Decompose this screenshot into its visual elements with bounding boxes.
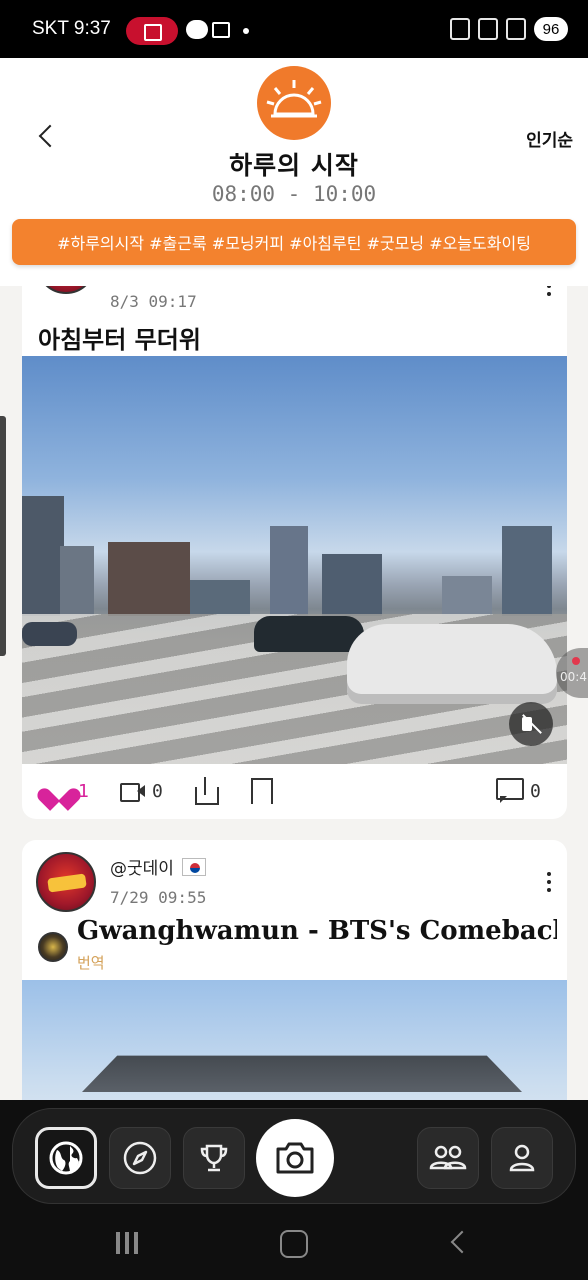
post-actions: 1 0 0 bbox=[22, 764, 567, 819]
hashtag-list[interactable]: #하루의시작 #출근룩 #모닝커피 #아침루틴 #굿모닝 #오늘도화이팅 bbox=[57, 230, 531, 254]
share-icon bbox=[193, 777, 219, 805]
korea-flag-icon bbox=[181, 857, 206, 876]
signal-icon bbox=[506, 18, 526, 40]
kakaotalk-icon bbox=[186, 20, 208, 39]
status-time: SKT 9:37 bbox=[32, 18, 111, 39]
people-icon bbox=[429, 1145, 467, 1170]
car bbox=[22, 622, 77, 646]
location-badge-icon bbox=[38, 932, 68, 962]
hashtag-bar[interactable]: #하루의시작 #출근룩 #모닝커피 #아침루틴 #굿모닝 #오늘도화이팅 bbox=[12, 219, 576, 265]
post-title: 아침부터 무더위 bbox=[38, 326, 201, 354]
header: 인기순 하루의 시작 08:00 - 10:00 #하루의시작 #출근룩 #모닝… bbox=[0, 58, 588, 286]
feed[interactable]: 8/3 09:17 아침부터 무더위 1 0 0 @굿데이 7/29 09:55… bbox=[0, 286, 588, 1100]
bottom-nav-container bbox=[0, 1100, 588, 1210]
status-right: 96 bbox=[450, 17, 568, 41]
video-button[interactable]: 0 bbox=[120, 777, 163, 805]
post-title: Gwanghwamun - BTS's Comeback... bbox=[77, 916, 557, 946]
translate-link[interactable]: 번역 bbox=[77, 952, 105, 973]
system-navigation bbox=[0, 1210, 588, 1280]
post-card[interactable]: 8/3 09:17 아침부터 무더위 1 0 0 bbox=[22, 286, 567, 819]
more-options-icon[interactable] bbox=[545, 286, 553, 298]
post-date: 7/29 09:55 bbox=[110, 888, 207, 907]
comment-button[interactable]: 0 bbox=[496, 777, 541, 805]
mute-icon[interactable] bbox=[509, 702, 553, 746]
post-author[interactable]: @굿데이 bbox=[110, 854, 206, 879]
heart-icon bbox=[46, 779, 72, 803]
home-icon[interactable] bbox=[276, 1228, 316, 1262]
bookmark-button[interactable] bbox=[250, 777, 273, 805]
status-bar: SKT 9:37 96 bbox=[0, 0, 588, 58]
more-notifications-icon bbox=[243, 28, 249, 34]
profile-button[interactable] bbox=[491, 1127, 553, 1189]
ranking-button[interactable] bbox=[183, 1127, 245, 1189]
post-video[interactable] bbox=[22, 356, 567, 764]
screen-record-icon bbox=[126, 17, 178, 45]
globe-button[interactable] bbox=[35, 1127, 97, 1189]
post-date: 8/3 09:17 bbox=[110, 292, 197, 311]
person-icon bbox=[509, 1144, 535, 1172]
bottom-nav bbox=[12, 1108, 576, 1204]
avatar[interactable] bbox=[36, 852, 96, 912]
like-button[interactable]: 1 bbox=[46, 777, 89, 805]
post-photo[interactable] bbox=[22, 980, 567, 1100]
comment-count: 0 bbox=[530, 780, 541, 802]
explore-button[interactable] bbox=[109, 1127, 171, 1189]
car bbox=[347, 624, 557, 704]
camera-icon bbox=[276, 1142, 314, 1174]
car bbox=[254, 616, 364, 652]
community-button[interactable] bbox=[417, 1127, 479, 1189]
comment-icon bbox=[496, 778, 524, 804]
recent-apps-icon[interactable] bbox=[108, 1228, 148, 1262]
camera-button[interactable] bbox=[256, 1119, 334, 1197]
system-back-icon[interactable] bbox=[442, 1228, 482, 1262]
avatar[interactable] bbox=[36, 286, 96, 294]
app-screen: 인기순 하루의 시작 08:00 - 10:00 #하루의시작 #출근룩 #모닝… bbox=[0, 58, 588, 1100]
compass-icon bbox=[123, 1141, 157, 1175]
palace-roof bbox=[82, 1055, 522, 1092]
calendar-icon bbox=[212, 22, 230, 38]
bookmark-icon bbox=[250, 778, 273, 804]
sunrise-icon bbox=[257, 66, 331, 140]
mute-status-icon bbox=[450, 18, 470, 40]
post-card[interactable]: @굿데이 7/29 09:55 Gwanghwamun - BTS's Come… bbox=[22, 840, 567, 1100]
username[interactable]: @굿데이 bbox=[110, 854, 174, 879]
video-count: 0 bbox=[152, 780, 163, 802]
share-button[interactable] bbox=[193, 777, 219, 805]
globe-icon bbox=[49, 1141, 83, 1175]
page-title: 하루의 시작 bbox=[229, 151, 359, 180]
more-options-icon[interactable] bbox=[545, 872, 553, 894]
scroll-handle[interactable] bbox=[0, 416, 6, 656]
recording-time: 00:4 bbox=[560, 670, 587, 684]
time-range: 08:00 - 10:00 bbox=[211, 182, 377, 206]
battery-icon: 96 bbox=[534, 17, 568, 41]
video-camera-icon bbox=[120, 782, 146, 802]
wifi-icon bbox=[478, 18, 498, 40]
trophy-icon bbox=[200, 1144, 228, 1172]
